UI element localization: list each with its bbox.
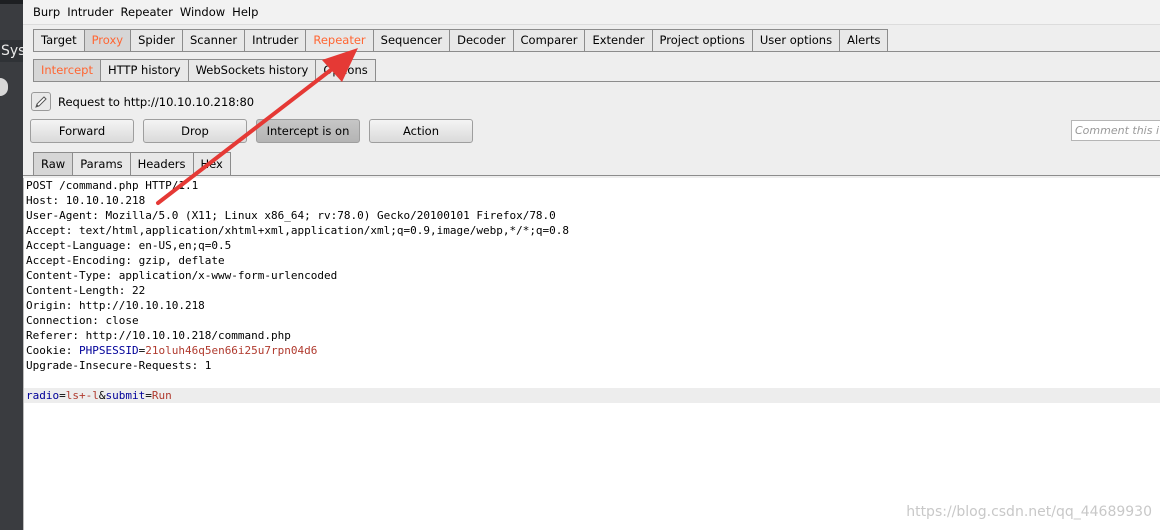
tab-intruder[interactable]: Intruder (244, 29, 307, 51)
proxy-tab-divider (33, 81, 1160, 82)
body-param-radio-name: radio (26, 389, 60, 402)
request-body: radio=ls+-l&submit=Run (24, 388, 1160, 403)
pencil-icon (35, 95, 47, 108)
tab-http-history[interactable]: HTTP history (99, 59, 189, 81)
menu-intruder[interactable]: Intruder (67, 5, 113, 19)
tab-params[interactable]: Params (72, 152, 131, 175)
header-referer: Referer: http://10.10.10.218/command.php (26, 329, 291, 342)
body-eq-1: = (59, 389, 66, 402)
cookie-value: 21oluh46q5en66i25u7rpn04d6 (145, 344, 318, 357)
main-tab-divider (33, 51, 1160, 52)
header-accept-encoding: Accept-Encoding: gzip, deflate (26, 254, 225, 267)
header-accept-language: Accept-Language: en-US,en;q=0.5 (26, 239, 232, 252)
desktop-side-panel: Sys (0, 0, 23, 530)
raw-request-text: POST /command.php HTTP/1.1 Host: 10.10.1… (24, 178, 1160, 403)
tab-sequencer[interactable]: Sequencer (372, 29, 451, 51)
cookie-prefix: Cookie: (26, 344, 79, 357)
cookie-name: PHPSESSID (78, 344, 139, 357)
request-line: POST /command.php HTTP/1.1 (26, 179, 199, 192)
watermark: https://blog.csdn.net/qq_44689930 (906, 504, 1152, 520)
drop-button[interactable]: Drop (143, 119, 247, 143)
action-button[interactable]: Action (369, 119, 473, 143)
tab-hex[interactable]: Hex (192, 152, 231, 175)
tab-websockets-history[interactable]: WebSockets history (187, 59, 317, 81)
header-user-agent: User-Agent: Mozilla/5.0 (X11; Linux x86_… (26, 209, 556, 222)
forward-button[interactable]: Forward (30, 119, 134, 143)
tab-proxy[interactable]: Proxy (83, 29, 132, 51)
desktop-side-marker (0, 78, 8, 96)
tab-raw[interactable]: Raw (33, 152, 74, 175)
tab-project-options[interactable]: Project options (651, 29, 753, 51)
menu-help[interactable]: Help (232, 5, 258, 19)
header-host: Host: 10.10.10.218 (26, 194, 146, 207)
tab-comparer[interactable]: Comparer (512, 29, 586, 51)
tab-user-options[interactable]: User options (751, 29, 841, 51)
header-cookie: Cookie: PHPSESSID=21oluh46q5en66i25u7rpn… (24, 343, 1160, 358)
intercept-toggle-button[interactable]: Intercept is on (256, 119, 360, 143)
menu-repeater[interactable]: Repeater (121, 5, 173, 19)
tab-target[interactable]: Target (33, 29, 85, 51)
body-param-submit-value: Run (151, 389, 172, 402)
header-origin: Origin: http://10.10.10.218 (26, 299, 205, 312)
proxy-tab-bar: Intercept HTTP history WebSockets histor… (33, 59, 376, 81)
tab-extender[interactable]: Extender (584, 29, 653, 51)
body-param-submit-name: submit (105, 389, 146, 402)
header-accept: Accept: text/html,application/xhtml+xml,… (26, 224, 570, 237)
tab-alerts[interactable]: Alerts (839, 29, 889, 51)
tab-spider[interactable]: Spider (130, 29, 183, 51)
tab-scanner[interactable]: Scanner (182, 29, 246, 51)
body-amp: & (98, 389, 106, 402)
header-connection: Connection: close (26, 314, 139, 327)
message-view-divider (23, 175, 1160, 176)
message-view-tab-bar: Raw Params Headers Hex (33, 152, 231, 175)
body-param-radio-value: ls+-l (65, 389, 99, 402)
edit-request-button[interactable] (31, 92, 51, 111)
main-tab-bar: Target Proxy Spider Scanner Intruder Rep… (33, 29, 889, 51)
desktop-side-label: Sys (0, 40, 23, 62)
desktop-top-bar (0, 0, 23, 4)
burp-window: Burp Intruder Repeater Window Help Targe… (23, 0, 1160, 530)
request-target-label: Request to http://10.10.10.218:80 (58, 94, 255, 109)
header-upgrade-insecure-requests: Upgrade-Insecure-Requests: 1 (26, 359, 212, 372)
tab-decoder[interactable]: Decoder (449, 29, 514, 51)
tab-headers[interactable]: Headers (129, 152, 194, 175)
menu-window[interactable]: Window (180, 5, 225, 19)
tab-intercept[interactable]: Intercept (33, 59, 101, 81)
tab-repeater[interactable]: Repeater (305, 29, 374, 51)
body-eq-2: = (145, 389, 152, 402)
menu-burp[interactable]: Burp (33, 5, 60, 19)
raw-request-editor[interactable]: POST /command.php HTTP/1.1 Host: 10.10.1… (23, 178, 1160, 530)
header-content-type: Content-Type: application/x-www-form-url… (26, 269, 338, 282)
tab-options[interactable]: Options (315, 59, 376, 81)
header-content-length: Content-Length: 22 (26, 284, 146, 297)
menu-bar: Burp Intruder Repeater Window Help (23, 0, 1160, 25)
request-info: Request to http://10.10.10.218:80 (31, 92, 254, 111)
comment-field[interactable]: Comment this i (1071, 120, 1160, 141)
